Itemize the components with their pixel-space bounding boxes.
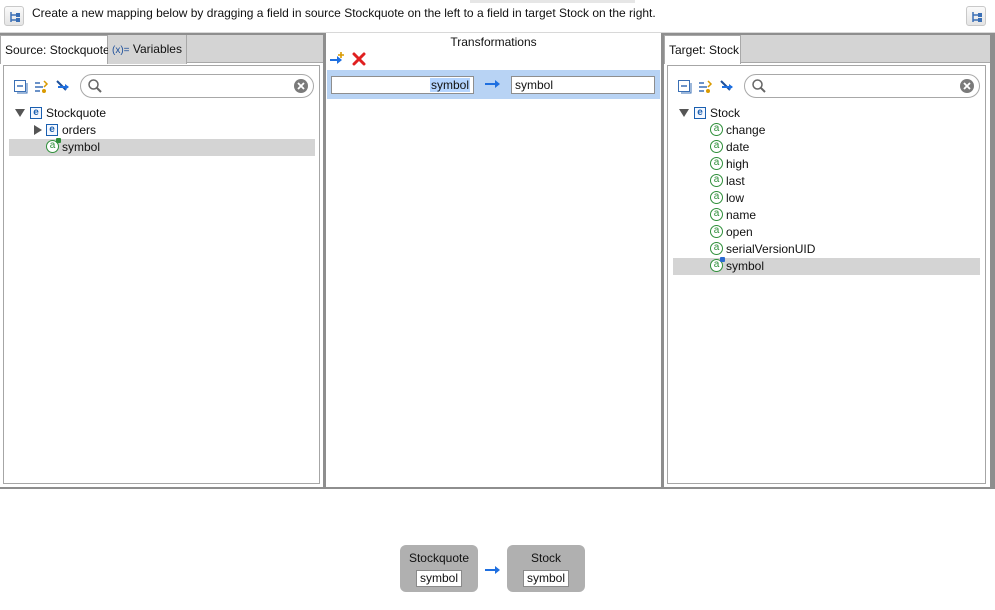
tree-item-symbol[interactable]: a symbol [673, 257, 980, 275]
tree-label: serialVersionUID [726, 242, 816, 256]
attribute-icon: a [710, 157, 723, 170]
tree-label: low [726, 191, 745, 205]
mapping-row[interactable]: symbol symbol [327, 70, 660, 99]
tree-label: high [726, 157, 749, 171]
diagram-source-title: Stockquote [408, 551, 470, 565]
attribute-icon: a [710, 225, 723, 238]
tree-label: date [726, 140, 750, 154]
clear-icon[interactable] [294, 79, 308, 93]
mapping-source-value: symbol [429, 78, 470, 92]
tree-root-stock[interactable]: e Stock [673, 105, 980, 122]
tree-item-name[interactable]: a name [673, 207, 980, 224]
tree-item-change[interactable]: a change [673, 122, 980, 139]
source-panel: Source: Stockquote (x)= Variables e Stoc… [0, 35, 323, 487]
mapping-source-field[interactable]: symbol [331, 76, 474, 94]
tree-item-open[interactable]: a open [673, 224, 980, 241]
tab-variables-label: Variables [132, 42, 182, 56]
mapping-target-value: symbol [515, 78, 554, 92]
tree-item-orders[interactable]: e orders [9, 122, 315, 139]
source-tabstrip: Source: Stockquote (x)= Variables [0, 35, 323, 64]
chevron-down-icon[interactable] [679, 108, 689, 118]
tree-item-low[interactable]: a low [673, 190, 980, 207]
tree-label: symbol [62, 140, 101, 154]
tree-label: orders [62, 123, 97, 137]
tree-label: last [726, 174, 745, 188]
tab-source-label: Source: Stockquote [5, 43, 110, 57]
divider [470, 0, 635, 3]
transformations-title: Transformations [450, 35, 537, 49]
collapse-all-icon[interactable] [677, 79, 693, 95]
attribute-icon: a [710, 208, 723, 221]
attribute-icon: a [46, 138, 61, 153]
tree-label: name [726, 208, 757, 222]
tree-label: Stockquote [46, 106, 107, 120]
arrow-right-icon [485, 566, 500, 574]
tree-layout-icon[interactable] [966, 6, 986, 26]
tab-variables[interactable]: (x)= Variables [108, 35, 187, 64]
tree-label: change [726, 123, 766, 137]
target-search-input[interactable] [771, 78, 951, 94]
source-tree-box: e Stockquote e orders a symbol [3, 65, 320, 484]
diagram-target-node[interactable]: Stock symbol [507, 545, 585, 592]
element-icon: e [30, 107, 42, 119]
target-search[interactable] [744, 74, 980, 98]
tree-layout-icon[interactable] [4, 6, 24, 26]
mapped-fields-icon[interactable] [55, 79, 71, 95]
diagram-source-field[interactable]: symbol [416, 570, 462, 587]
attribute-icon: a [710, 242, 723, 255]
tree-item-high[interactable]: a high [673, 156, 980, 173]
transformations-panel: Transformations symbol symbol [326, 33, 661, 487]
tree-label: Stock [710, 106, 741, 120]
mapping-editor: Source: Stockquote (x)= Variables e Stoc… [0, 33, 995, 489]
diagram-target-field[interactable]: symbol [523, 570, 569, 587]
delete-mapping-icon[interactable] [352, 52, 366, 66]
instruction-bar: Create a new mapping below by dragging a… [0, 0, 995, 33]
source-search[interactable] [80, 74, 314, 98]
attribute-icon: a [710, 140, 723, 153]
tab-target[interactable]: Target: Stock [664, 35, 741, 64]
tree-item-serialversionuid[interactable]: a serialVersionUID [673, 241, 980, 258]
target-panel: Target: Stock e Stock a change a date a … [664, 35, 990, 487]
chevron-right-icon[interactable] [33, 125, 43, 135]
mapping-target-field[interactable]: symbol [511, 76, 655, 94]
show-mapped-icon[interactable] [33, 79, 49, 95]
tree-label: symbol [726, 259, 765, 273]
tab-source[interactable]: Source: Stockquote [0, 35, 110, 64]
mapping-diagram: Stockquote symbol Stock symbol [0, 489, 995, 610]
instruction-text: Create a new mapping below by dragging a… [32, 6, 656, 20]
tree-item-date[interactable]: a date [673, 139, 980, 156]
attribute-icon: a [710, 174, 723, 187]
tree-item-symbol[interactable]: a symbol [9, 138, 315, 156]
target-tabstrip: Target: Stock [664, 35, 990, 64]
collapse-all-icon[interactable] [13, 79, 29, 95]
diagram-source-node[interactable]: Stockquote symbol [400, 545, 478, 592]
add-mapping-icon[interactable] [329, 51, 345, 67]
clear-icon[interactable] [960, 79, 974, 93]
variables-icon: (x)= [112, 45, 130, 56]
attribute-icon: a [710, 123, 723, 136]
tree-label: open [726, 225, 753, 239]
tree-item-last[interactable]: a last [673, 173, 980, 190]
element-icon: e [694, 107, 706, 119]
attribute-icon: a [710, 257, 725, 272]
chevron-down-icon[interactable] [15, 108, 25, 118]
search-icon [88, 79, 102, 93]
tree-root-stockquote[interactable]: e Stockquote [9, 105, 315, 122]
arrow-right-icon [485, 80, 500, 88]
search-icon [752, 79, 766, 93]
attribute-icon: a [710, 191, 723, 204]
element-icon: e [46, 124, 58, 136]
mapped-fields-icon[interactable] [719, 79, 735, 95]
diagram-target-title: Stock [530, 551, 561, 565]
tab-target-label: Target: Stock [669, 43, 740, 57]
show-mapped-icon[interactable] [697, 79, 713, 95]
source-search-input[interactable] [107, 78, 287, 94]
target-tree-box: e Stock a change a date a high a last a … [667, 65, 986, 484]
